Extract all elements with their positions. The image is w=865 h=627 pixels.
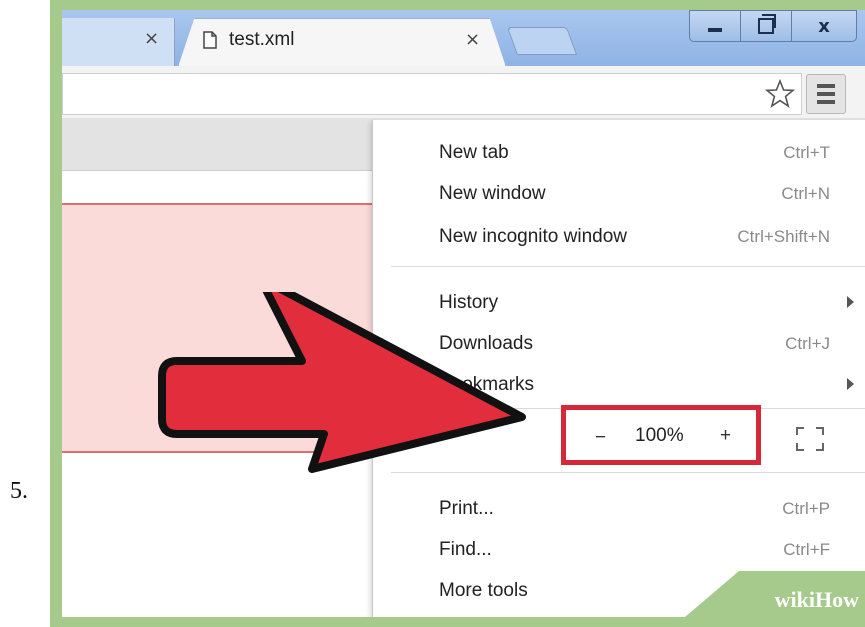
close-icon: x <box>818 15 830 37</box>
menu-item-find[interactable]: Find... Ctrl+F <box>373 533 865 569</box>
menu-item-new-window[interactable]: New window Ctrl+N <box>373 177 865 213</box>
menu-button[interactable] <box>806 74 846 114</box>
watermark-logo: wikiHow <box>775 587 859 613</box>
minimize-icon <box>708 28 722 32</box>
tab-close-button[interactable]: × <box>465 29 480 50</box>
tab-previous[interactable]: × <box>62 18 175 66</box>
menu-item-shortcut: Ctrl+F <box>783 540 830 559</box>
watermark-how: How <box>815 587 859 612</box>
zoom-level: 100% <box>635 425 684 446</box>
menu-item-label: New incognito window <box>439 226 627 247</box>
restore-button[interactable] <box>740 10 792 42</box>
menu-item-label: More tools <box>439 580 528 601</box>
tab-active[interactable]: test.xml × <box>178 18 506 67</box>
address-bar[interactable] <box>62 73 802 115</box>
toolbar <box>62 66 865 119</box>
title-bar: × test.xml × x <box>62 10 865 67</box>
watermark-wiki: wiki <box>774 587 815 612</box>
menu-separator <box>391 266 865 267</box>
submenu-arrow-icon <box>847 378 854 390</box>
star-icon[interactable] <box>765 79 795 109</box>
pointer-arrow <box>158 292 526 473</box>
menu-item-shortcut: Ctrl+Shift+N <box>737 227 830 246</box>
fullscreen-icon[interactable] <box>795 426 825 452</box>
submenu-arrow-icon <box>847 296 854 308</box>
hamburger-menu-icon <box>817 84 835 88</box>
menu-item-new-tab[interactable]: New tab Ctrl+T <box>373 136 865 172</box>
menu-item-label: New window <box>439 183 546 204</box>
zoom-in-button[interactable]: + <box>720 425 731 447</box>
close-window-button[interactable]: x <box>791 10 857 42</box>
hamburger-line <box>817 100 835 104</box>
step-number: 5. <box>10 478 28 504</box>
browser-window: × test.xml × x New tab Ctrl+T New window… <box>62 10 865 617</box>
menu-item-new-incognito-window[interactable]: New incognito window Ctrl+Shift+N <box>373 220 865 256</box>
menu-item-label: New tab <box>439 142 509 163</box>
hamburger-line <box>817 92 835 96</box>
new-tab-button[interactable] <box>506 27 578 55</box>
menu-item-shortcut: Ctrl+N <box>781 184 830 203</box>
menu-item-shortcut: Ctrl+P <box>782 499 830 518</box>
zoom-out-button[interactable]: − <box>595 427 606 449</box>
tab-close-button[interactable]: × <box>144 28 159 49</box>
menu-item-shortcut: Ctrl+J <box>785 334 830 353</box>
tab-title: test.xml <box>229 29 295 50</box>
document-icon <box>203 31 217 49</box>
minimize-button[interactable] <box>689 10 741 42</box>
restore-icon <box>758 14 776 34</box>
menu-item-shortcut: Ctrl+T <box>783 143 830 162</box>
menu-item-label: Find... <box>439 539 492 560</box>
